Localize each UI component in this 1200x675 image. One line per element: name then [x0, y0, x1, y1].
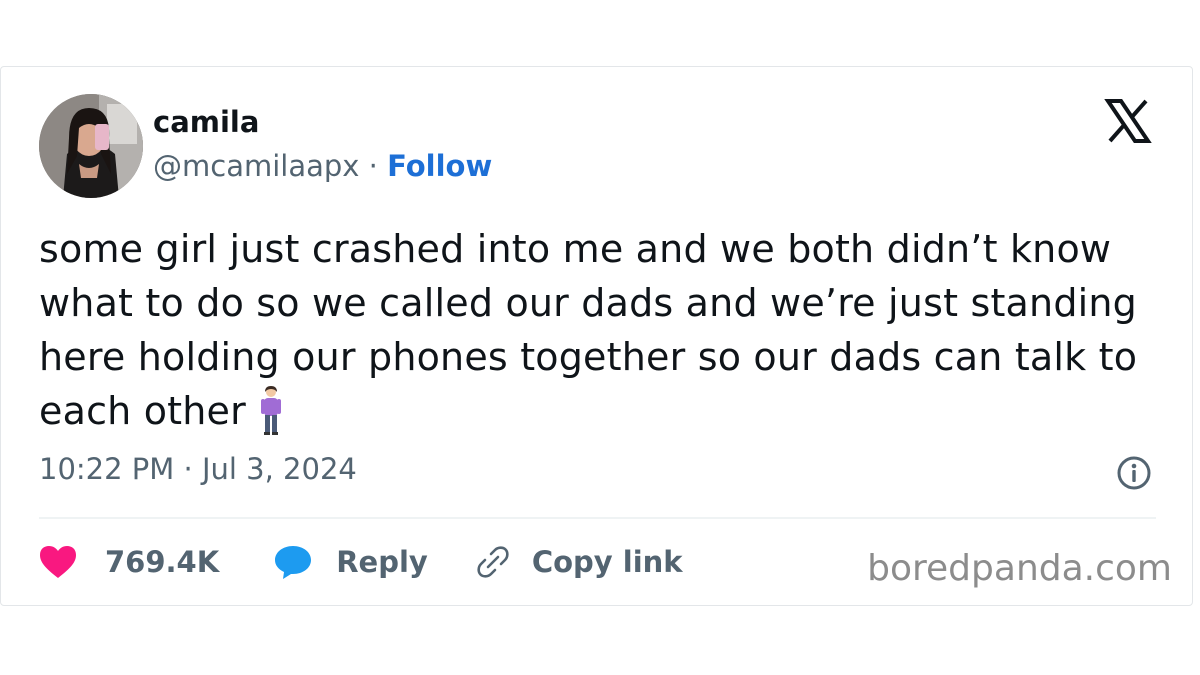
copy-link-button[interactable]: Copy link — [476, 545, 683, 579]
tweet-card: camila @mcamilaapx · Follow some girl ju… — [0, 66, 1193, 606]
avatar[interactable] — [39, 94, 143, 198]
person-standing-icon — [260, 386, 282, 436]
info-icon[interactable] — [1116, 455, 1152, 491]
reply-label: Reply — [336, 545, 428, 579]
author-handle-row: @mcamilaapx · Follow — [153, 149, 492, 183]
copy-link-label: Copy link — [531, 545, 683, 579]
watermark: boredpanda.com — [867, 548, 1172, 589]
author-name[interactable]: camila — [153, 105, 259, 139]
reply-button[interactable]: Reply — [274, 544, 428, 580]
tweet-timestamp[interactable]: 10:22 PM · Jul 3, 2024 — [39, 452, 357, 486]
tweet-actions: 769.4K Reply Copy link — [39, 537, 683, 587]
x-logo-icon[interactable] — [1104, 97, 1152, 145]
link-icon — [476, 545, 510, 579]
divider — [39, 517, 1156, 519]
author-handle[interactable]: @mcamilaapx — [153, 149, 359, 183]
like-button[interactable]: 769.4K — [39, 545, 219, 579]
heart-icon — [39, 545, 77, 579]
tweet-text: some girl just crashed into me and we bo… — [39, 227, 1138, 433]
like-count: 769.4K — [105, 545, 220, 579]
tweet-text-block: some girl just crashed into me and we bo… — [39, 222, 1159, 438]
handle-separator: · — [359, 149, 388, 183]
speech-bubble-icon — [274, 544, 312, 580]
follow-button[interactable]: Follow — [387, 149, 492, 183]
